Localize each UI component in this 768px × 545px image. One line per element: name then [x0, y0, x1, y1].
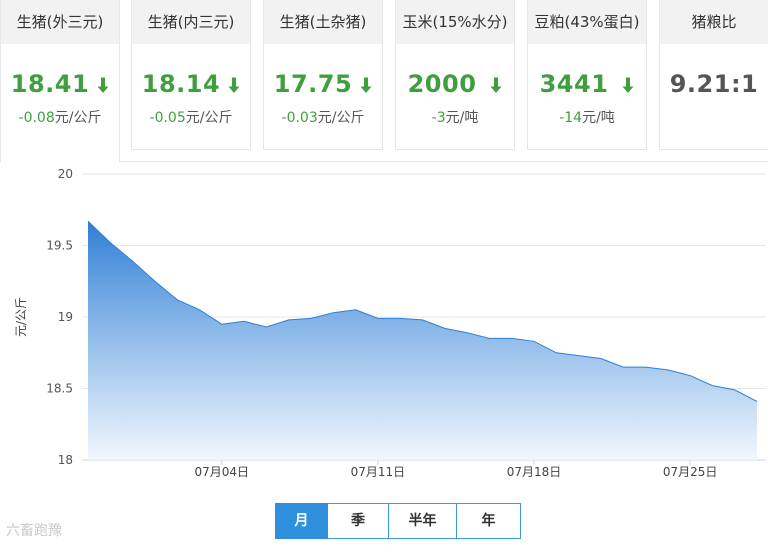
- tab-label: 猪粮比: [660, 0, 768, 44]
- y-tick-label: 18: [58, 453, 73, 467]
- price-change: -3元/吨: [431, 110, 479, 126]
- tab-pig-grain-ratio[interactable]: 猪粮比 9.21:1: [659, 0, 768, 150]
- tab-soymeal[interactable]: 豆粕(43%蛋白) 3441 -14元/吨: [527, 0, 647, 150]
- data-point[interactable]: [733, 388, 736, 391]
- data-point[interactable]: [265, 326, 268, 329]
- range-halfyear-button[interactable]: 半年: [389, 503, 457, 539]
- data-point[interactable]: [756, 400, 759, 403]
- tab-pig-local[interactable]: 生猪(土杂猪) 17.75 -0.03元/公斤: [263, 0, 383, 150]
- tab-label: 豆粕(43%蛋白): [528, 0, 646, 44]
- data-point[interactable]: [689, 374, 692, 377]
- y-axis-label: 元/公斤: [14, 296, 28, 337]
- tab-label: 生猪(土杂猪): [264, 0, 382, 44]
- data-point[interactable]: [243, 320, 246, 323]
- data-point[interactable]: [510, 337, 513, 340]
- area-chart: 20 19.5 19 18.5 18 07月04日 07月11日 07月18日 07月25日: [46, 167, 766, 479]
- data-point[interactable]: [354, 308, 357, 311]
- price-chart: 20 19.5 19 18.5 18 07月04日 07月11日 07月18日 07月25日 元…: [0, 162, 768, 492]
- data-point[interactable]: [443, 327, 446, 330]
- tab-corn[interactable]: 玉米(15%水分) 2000 -3元/吨: [395, 0, 515, 150]
- data-point[interactable]: [198, 308, 201, 311]
- range-month-button[interactable]: 月: [275, 503, 328, 539]
- range-quarter-button[interactable]: 季: [328, 503, 389, 539]
- price-change: -0.05元/公斤: [149, 110, 233, 126]
- tab-pig-outer[interactable]: 生猪(外三元) 18.41 -0.08元/公斤: [0, 0, 120, 162]
- data-point[interactable]: [310, 317, 313, 320]
- data-point[interactable]: [332, 311, 335, 314]
- range-year-button[interactable]: 年: [457, 503, 521, 539]
- data-point[interactable]: [488, 337, 491, 340]
- data-point[interactable]: [376, 317, 379, 320]
- price-value: 3441: [528, 70, 646, 100]
- data-point[interactable]: [109, 241, 112, 244]
- price-value: 18.41: [1, 70, 119, 100]
- arrow-down-icon: [622, 72, 634, 100]
- data-point[interactable]: [220, 323, 223, 326]
- data-point[interactable]: [555, 351, 558, 354]
- data-point[interactable]: [399, 317, 402, 320]
- range-selector: 月 季 半年 年: [275, 503, 521, 539]
- watermark-logo: 六畜跑豫: [6, 523, 62, 539]
- arrow-down-icon: [360, 72, 372, 100]
- arrow-down-icon: [97, 72, 109, 100]
- data-point[interactable]: [176, 298, 179, 301]
- data-point[interactable]: [622, 366, 625, 369]
- price-value: 18.14: [132, 70, 250, 100]
- tab-label: 玉米(15%水分): [396, 0, 514, 44]
- data-point[interactable]: [287, 318, 290, 321]
- data-point[interactable]: [599, 357, 602, 360]
- y-tick-label: 18.5: [46, 382, 73, 396]
- x-tick-label: 07月11日: [351, 465, 406, 479]
- arrow-down-icon: [228, 72, 240, 100]
- price-change: -0.08元/公斤: [18, 110, 102, 126]
- x-tick-label: 07月25日: [663, 465, 718, 479]
- data-point[interactable]: [577, 354, 580, 357]
- x-tick-label: 07月18日: [507, 465, 562, 479]
- tab-pig-inner[interactable]: 生猪(内三元) 18.14 -0.05元/公斤: [131, 0, 251, 150]
- data-point[interactable]: [666, 368, 669, 371]
- area-fill: [88, 221, 757, 460]
- ratio-value: 9.21:1: [669, 70, 759, 98]
- data-point[interactable]: [87, 220, 90, 223]
- data-point[interactable]: [533, 340, 536, 343]
- x-tick-label: 07月04日: [195, 465, 250, 479]
- y-tick-label: 19: [58, 310, 73, 324]
- y-tick-label: 20: [58, 167, 73, 181]
- data-point[interactable]: [153, 280, 156, 283]
- tab-label: 生猪(外三元): [1, 0, 119, 44]
- arrow-down-icon: [490, 72, 502, 100]
- y-tick-label: 19.5: [46, 239, 73, 253]
- data-point[interactable]: [131, 260, 134, 263]
- data-point[interactable]: [421, 318, 424, 321]
- data-point[interactable]: [711, 384, 714, 387]
- price-change: -0.03元/公斤: [281, 110, 365, 126]
- tab-label: 生猪(内三元): [132, 0, 250, 44]
- data-point[interactable]: [644, 366, 647, 369]
- price-value: 2000: [396, 70, 514, 100]
- price-value: 17.75: [264, 70, 382, 100]
- data-point[interactable]: [466, 331, 469, 334]
- price-change: -14元/吨: [559, 110, 615, 126]
- price-tabs: 生猪(外三元) 18.41 -0.08元/公斤 生猪(内三元) 18.14 -0…: [0, 0, 768, 162]
